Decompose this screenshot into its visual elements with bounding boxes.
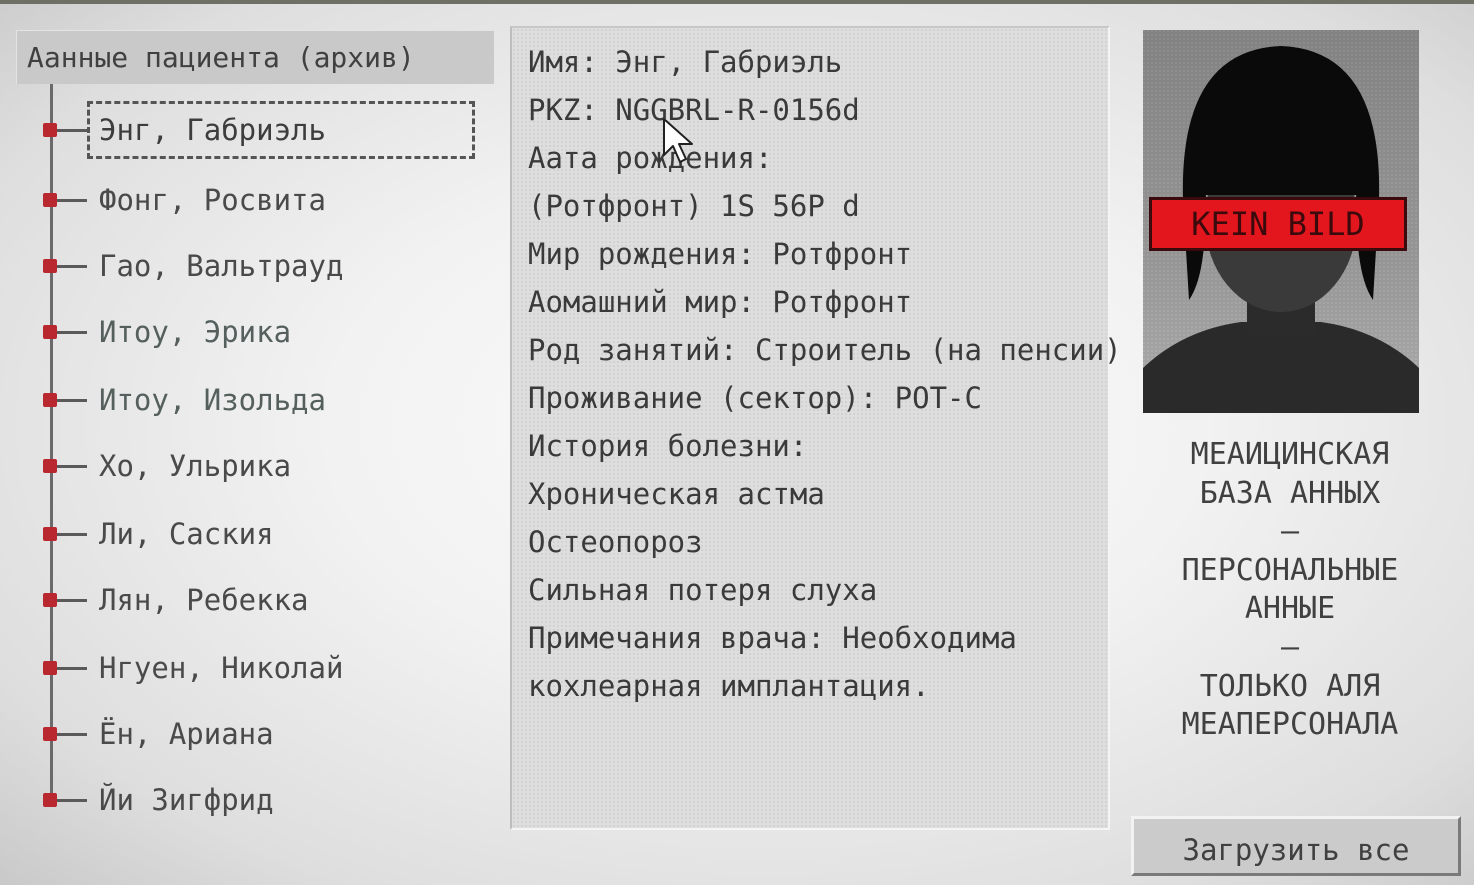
tree-branch xyxy=(57,799,87,802)
database-caption: МЕАИЦИНСКАЯ БАЗА АННЫХ – ПЕРСОНАЛЬНЫЕ АН… xyxy=(1140,436,1440,745)
tree-item-label: Ён, Ариана xyxy=(99,717,274,751)
tree-node-icon xyxy=(43,123,57,137)
caption-line: МЕАИЦИНСКАЯ xyxy=(1190,437,1390,472)
detail-residence: Проживание (сектор): РОТ-С xyxy=(528,381,982,415)
tree-item-eng-gabriel[interactable]: Энг, Габриэль xyxy=(43,110,483,150)
tree-branch xyxy=(57,465,87,468)
tree-node-icon xyxy=(43,193,57,207)
tree-branch xyxy=(57,399,87,402)
caption-line: БАЗА АННЫХ xyxy=(1199,475,1381,511)
tree-node-icon xyxy=(43,727,57,741)
tree-node-icon xyxy=(43,793,57,807)
caption-line: ТОЛЬКО АЛЯ xyxy=(1199,668,1381,704)
tree-item-label: Ли, Саския xyxy=(99,517,274,551)
detail-birthdate-label: Аата рождения: xyxy=(528,141,773,175)
caption-separator: – xyxy=(1280,629,1300,665)
tree-branch xyxy=(57,129,87,132)
tree-item-li-saskia[interactable]: Ли, Саския xyxy=(43,514,483,554)
tree-item-label: Итоу, Эрика xyxy=(99,315,292,349)
detail-home-world: Аомашний мир: Ротфронт xyxy=(528,285,913,319)
tree-node-icon xyxy=(43,661,57,675)
detail-condition: Хроническая астма xyxy=(528,477,825,511)
tree-item-liang-rebekka[interactable]: Лян, Ребекка xyxy=(43,580,483,620)
detail-condition: Сильная потеря слуха xyxy=(528,573,878,607)
tree-branch xyxy=(57,199,87,202)
detail-name: Имя: Энг, Габриэль xyxy=(528,45,843,79)
tree-item-label: Гао, Вальтрауд xyxy=(99,249,344,283)
tree-node-icon xyxy=(43,393,57,407)
tree-item-label: Энг, Габриэль xyxy=(99,113,326,147)
no-image-label: KEIN BILD xyxy=(1149,197,1407,251)
tree-branch xyxy=(57,533,87,536)
tree-item-ho-ulrike[interactable]: Хо, Ульрика xyxy=(43,446,483,486)
patient-photo: KEIN BILD xyxy=(1143,30,1419,413)
tree-node-icon xyxy=(43,259,57,273)
tree-item-label: Нгуен, Николай xyxy=(99,651,344,685)
tree-item-nguyen-nikolai[interactable]: Нгуен, Николай xyxy=(43,648,483,688)
tree-item-label: Фонг, Росвита xyxy=(99,183,326,217)
tree-item-label: Лян, Ребекка xyxy=(99,583,309,617)
patient-archive-screen: Аанные пациента (архив) Энг, Габриэль Фо… xyxy=(0,0,1474,885)
tree-item-itou-erika[interactable]: Итоу, Эрика xyxy=(43,312,483,352)
tree-node-icon xyxy=(43,527,57,541)
detail-doctor-notes-cont: кохлеарная имплантация. xyxy=(528,669,930,703)
detail-birthdate-value: (Ротфронт) 1S 56P d xyxy=(528,189,860,223)
tree-node-icon xyxy=(43,459,57,473)
caption-separator: – xyxy=(1280,514,1300,550)
load-all-button[interactable]: Загрузить все xyxy=(1131,816,1461,876)
tree-item-label: Итоу, Изольда xyxy=(99,383,326,417)
tree-node-icon xyxy=(43,593,57,607)
tree-item-itou-isolde[interactable]: Итоу, Изольда xyxy=(43,380,483,420)
tree-branch xyxy=(57,667,87,670)
detail-doctor-notes: Примечания врача: Необходима xyxy=(528,621,1017,655)
tree-node-icon xyxy=(43,325,57,339)
caption-line: ПЕРСОНАЛЬНЫЕ xyxy=(1181,552,1399,588)
caption-line: АННЫЕ xyxy=(1244,591,1336,627)
detail-history-label: История болезни: xyxy=(528,429,808,463)
tree-item-fong-roswitha[interactable]: Фонг, Росвита xyxy=(43,180,483,220)
tree-branch xyxy=(57,265,87,268)
tree-item-label: Йи Зигфрид xyxy=(99,783,274,817)
tree-branch xyxy=(57,331,87,334)
detail-birth-world: Мир рождения: Ротфронт xyxy=(528,237,913,271)
patient-detail-panel: Имя: Энг, Габриэль PKZ: NGGBRL-R-0156d А… xyxy=(510,26,1122,830)
caption-line: МЕАПЕРСОНАЛА xyxy=(1181,707,1399,743)
mouse-cursor-icon xyxy=(663,118,693,163)
top-edge xyxy=(0,0,1474,4)
tree-header[interactable]: Аанные пациента (архив) xyxy=(16,30,494,84)
tree-branch xyxy=(57,733,87,736)
tree-item-label: Хо, Ульрика xyxy=(99,449,292,483)
tree-item-yon-ariana[interactable]: Ён, Ариана xyxy=(43,714,483,754)
tree-branch xyxy=(57,599,87,602)
detail-condition: Остеопороз xyxy=(528,525,703,559)
detail-occupation: Род занятий: Строитель (на пенсии) xyxy=(528,333,1122,367)
tree-item-gao-waltraud[interactable]: Гао, Вальтрауд xyxy=(43,246,483,286)
tree-item-yi-siegfried[interactable]: Йи Зигфрид xyxy=(43,780,483,820)
